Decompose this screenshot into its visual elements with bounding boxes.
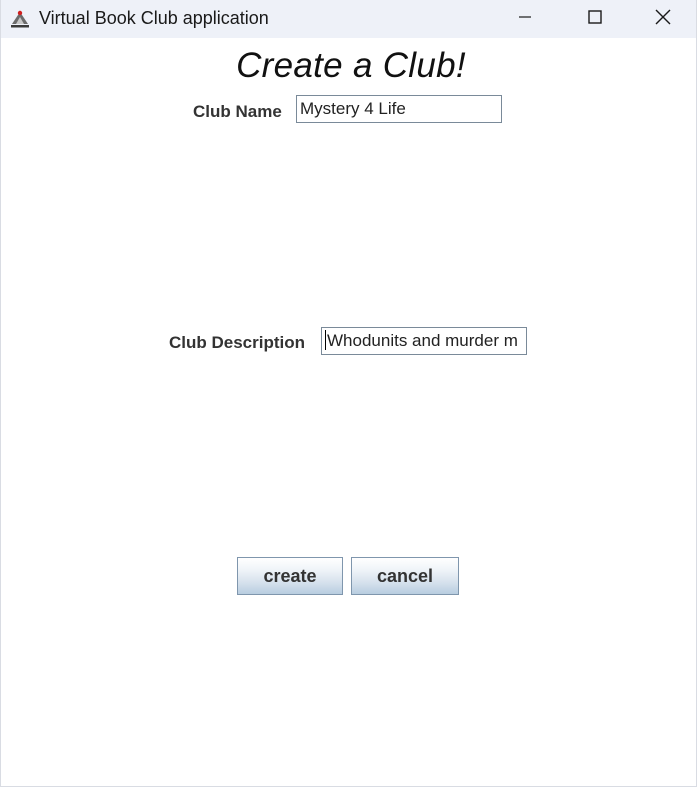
club-name-value: Mystery 4 Life bbox=[300, 99, 406, 118]
window-title: Virtual Book Club application bbox=[39, 8, 269, 28]
close-button[interactable] bbox=[628, 0, 697, 38]
maximize-icon bbox=[587, 9, 603, 30]
cancel-button[interactable]: cancel bbox=[351, 557, 459, 595]
page-title: Create a Club! bbox=[236, 46, 466, 85]
app-window: Virtual Book Club application Create a C… bbox=[0, 0, 697, 787]
text-caret bbox=[325, 330, 326, 350]
club-description-value: Whodunits and murder m bbox=[327, 331, 518, 350]
minimize-icon bbox=[517, 9, 533, 30]
club-name-field[interactable]: Mystery 4 Life bbox=[296, 95, 502, 123]
club-name-label: Club Name bbox=[193, 102, 282, 121]
create-club-form: Create a Club! Club Name Mystery 4 Life … bbox=[1, 38, 696, 786]
title-bar[interactable]: Virtual Book Club application bbox=[1, 0, 696, 38]
create-button-label: create bbox=[263, 565, 317, 586]
create-button[interactable]: create bbox=[237, 557, 343, 595]
close-icon bbox=[654, 8, 672, 31]
club-description-field[interactable]: Whodunits and murder m bbox=[321, 327, 527, 355]
club-description-label: Club Description bbox=[169, 333, 306, 352]
java-cup-icon bbox=[8, 6, 32, 30]
maximize-button[interactable] bbox=[560, 0, 630, 38]
minimize-button[interactable] bbox=[490, 0, 560, 38]
cancel-button-label: cancel bbox=[376, 565, 434, 586]
